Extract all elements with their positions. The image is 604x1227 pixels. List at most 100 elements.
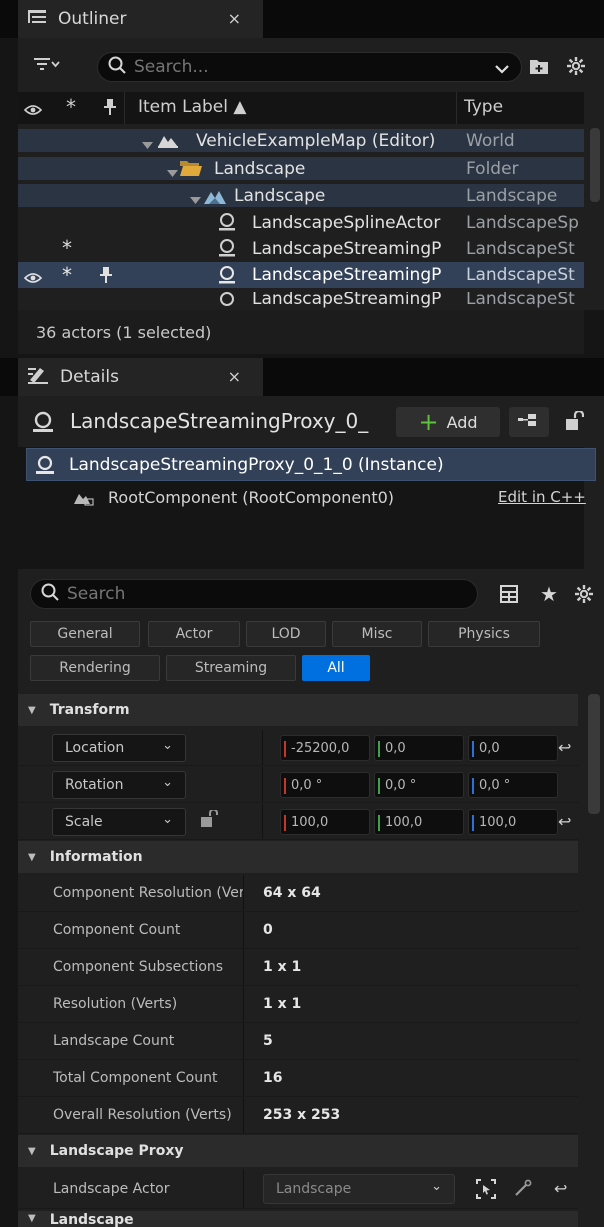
z-axis-marker [472,778,474,794]
details-tab-bar: Details × [0,358,604,396]
rotation-z-field[interactable]: 0,0 ° [468,772,558,798]
y-axis-marker [378,815,380,831]
details-scrollbar[interactable] [588,694,600,814]
actor-icon [218,213,236,236]
outliner-column-header: * Item Label ▲ Type [18,92,584,124]
reset-arrow-icon[interactable]: ↩ [558,812,571,831]
chevron-down-icon[interactable] [495,59,509,78]
property-row: Component Count 0 [18,912,578,949]
property-value: 1 x 1 [263,996,302,1012]
table-view-icon[interactable] [500,585,518,607]
favorites-star-icon[interactable]: ★ [540,582,558,606]
category-physics-button[interactable]: Physics [428,621,540,647]
collapse-arrow-icon[interactable]: ▼ [28,1146,36,1157]
scale-z-field[interactable]: 100,0 [468,809,558,835]
outliner-row-spline[interactable]: LandscapeSplineActor LandscapeSp [18,211,584,234]
section-transform[interactable]: ▼ Transform [18,694,578,726]
rotation-x-field[interactable]: 0,0 ° [280,772,370,798]
details-close-icon[interactable]: × [228,367,241,386]
favorite-star-icon[interactable]: * [62,263,72,287]
outliner-search-field[interactable] [134,57,521,77]
root-component-row[interactable]: RootComponent (RootComponent0) Edit in C… [26,484,596,512]
outliner-row-streaming-1[interactable]: * LandscapeStreamingP LandscapeSt [18,236,584,262]
collapse-arrow-icon[interactable]: ▼ [28,1213,36,1224]
category-all-button[interactable]: All [302,655,370,681]
field-value: 100,0 [291,814,329,830]
location-x-field[interactable]: -25200,0 [280,735,370,761]
settings-gear-icon[interactable] [566,56,586,80]
category-misc-button[interactable]: Misc [332,621,422,647]
outliner-tab[interactable]: Outliner × [18,0,263,38]
rotation-y-field[interactable]: 0,0 ° [374,772,464,798]
pin-icon[interactable] [104,99,116,120]
pin-icon[interactable] [100,267,112,288]
outliner-row-streaming-selected[interactable]: * LandscapeStreamingP LandscapeSt [18,262,584,288]
actor-icon [218,239,236,262]
property-name: Total Component Count [53,1070,218,1086]
location-z-field[interactable]: 0,0 [468,735,558,761]
field-value: 0,0 ° [479,777,511,793]
component-instance-row[interactable]: LandscapeStreamingProxy_0_1_0 (Instance) [26,448,596,481]
scale-y-field[interactable]: 100,0 [374,809,464,835]
blueprint-button[interactable] [509,407,549,437]
property-row: Overall Resolution (Verts) 253 x 253 [18,1097,578,1134]
z-axis-marker [472,815,474,831]
property-name: Overall Resolution (Verts) [53,1107,232,1123]
section-information[interactable]: ▼ Information [18,841,578,873]
column-item-label[interactable]: Item Label ▲ [138,97,246,117]
outliner-tab-title: Outliner [58,9,127,29]
details-tab[interactable]: Details × [18,358,263,396]
outliner-row-world[interactable]: VehicleExampleMap (Editor) World [18,129,584,152]
reset-arrow-icon[interactable]: ↩ [554,1179,567,1198]
location-y-field[interactable]: 0,0 [374,735,464,761]
browse-to-asset-icon[interactable] [476,1179,496,1203]
scale-mode-dropdown[interactable]: Scale ⌄ [52,808,186,836]
eyedropper-icon[interactable] [514,1179,532,1201]
favorite-star-icon[interactable]: * [66,95,76,119]
visibility-eye-icon[interactable] [23,269,43,289]
outliner-row-streaming-3[interactable]: LandscapeStreamingP LandscapeSt [18,292,584,308]
favorite-star-icon[interactable]: * [62,236,72,260]
add-folder-icon[interactable] [530,58,548,78]
category-actor-button[interactable]: Actor [148,621,240,647]
details-search-input[interactable] [30,579,478,609]
collapse-arrow-icon[interactable]: ▼ [28,705,36,716]
outliner-row-folder[interactable]: Landscape Folder [18,157,584,180]
outliner-scrollbar[interactable] [590,128,600,202]
actor-name[interactable]: LandscapeStreamingProxy_0_ [70,409,368,433]
actor-icon [218,292,236,308]
category-lod-button[interactable]: LOD [246,621,326,647]
filter-icon[interactable] [34,56,60,75]
landscape-actor-picker[interactable]: Landscape ⌄ [263,1174,455,1204]
reset-arrow-icon[interactable]: ↩ [558,738,571,757]
category-general-button[interactable]: General [30,621,140,647]
outliner-row-landscape[interactable]: Landscape Landscape [18,184,584,207]
location-mode-dropdown[interactable]: Location ⌄ [52,734,186,762]
field-value: 0,0 [385,740,406,756]
section-landscape-proxy[interactable]: ▼ Landscape Proxy [18,1135,578,1167]
section-title: Transform [49,702,130,718]
column-type[interactable]: Type [464,97,503,117]
rotation-mode-dropdown[interactable]: Rotation ⌄ [52,771,186,799]
category-streaming-button[interactable]: Streaming [166,655,296,681]
outliner-close-icon[interactable]: × [228,9,241,28]
expand-arrow-icon[interactable] [190,190,201,210]
lock-icon[interactable] [564,409,585,435]
settings-gear-icon[interactable] [574,584,594,608]
expand-arrow-icon[interactable] [167,163,178,183]
category-rendering-button[interactable]: Rendering [30,655,160,681]
property-name: Landscape Actor [53,1180,170,1197]
scale-lock-icon[interactable] [200,808,218,832]
property-name: Component Count [53,922,181,938]
edit-in-cpp-link[interactable]: Edit in C++ [498,488,586,506]
folder-icon [180,160,202,181]
details-search-field[interactable] [67,584,477,604]
outliner-search-input[interactable] [97,52,522,82]
expand-arrow-icon[interactable] [142,135,153,155]
collapse-arrow-icon[interactable]: ▼ [28,852,36,863]
details-icon [28,366,48,388]
visibility-eye-icon[interactable] [23,101,43,121]
add-component-button[interactable]: + Add [396,407,500,437]
section-landscape[interactable]: ▼ Landscape [18,1211,578,1227]
scale-x-field[interactable]: 100,0 [280,809,370,835]
